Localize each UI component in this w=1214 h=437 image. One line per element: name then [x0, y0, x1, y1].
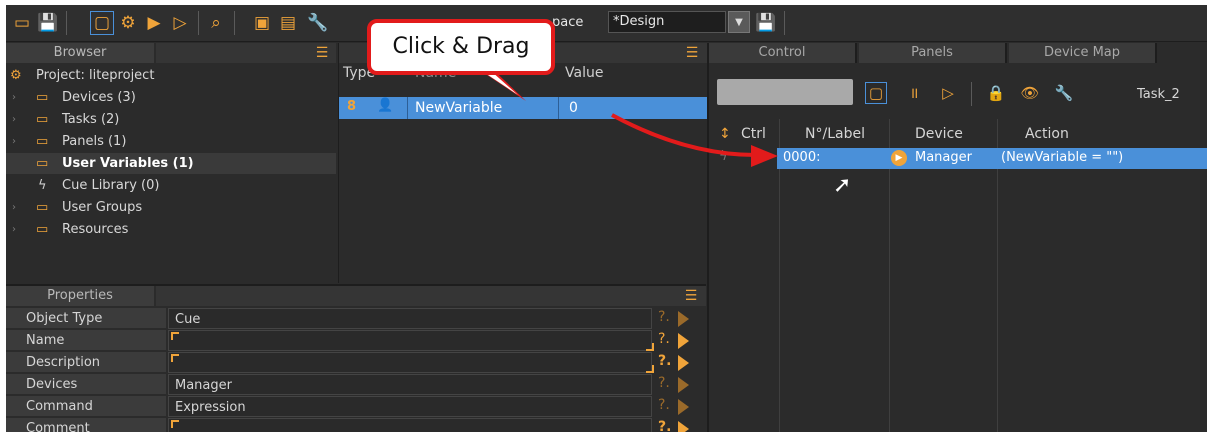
app-window: ▭ 💾 ▢ ⚙ ▶ ▷ ⌕ ▣ ▤ 🔧 pace *Design ▼ 💾 Bro… [6, 5, 1207, 432]
click-drag-callout: Click & Drag [367, 19, 555, 75]
drag-arrow [466, 61, 778, 167]
